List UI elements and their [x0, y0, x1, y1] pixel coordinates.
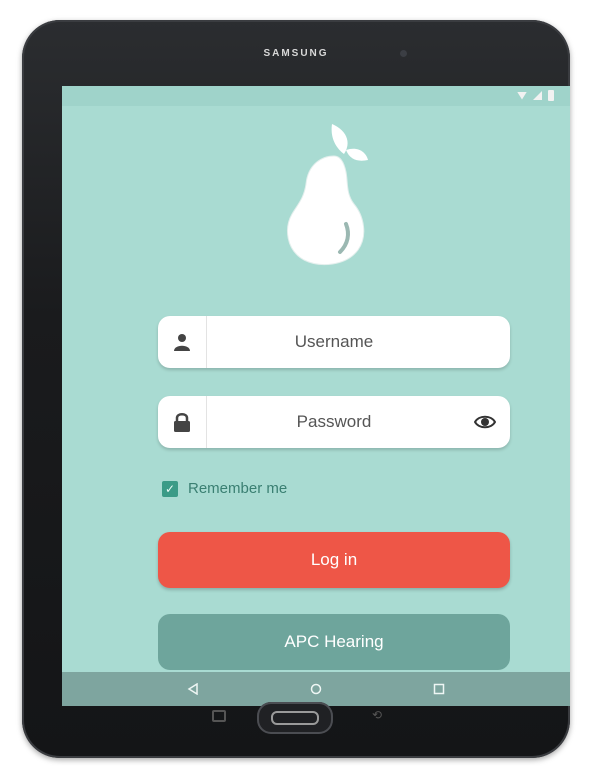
front-camera — [400, 50, 407, 57]
lock-icon — [174, 413, 190, 432]
password-field[interactable]: Password — [158, 396, 510, 448]
recents-icon[interactable] — [432, 682, 446, 696]
remember-checkbox[interactable]: ✓ — [162, 480, 178, 497]
navigation-bar — [62, 672, 570, 706]
password-placeholder: Password — [296, 412, 372, 431]
apc-hearing-button[interactable]: APC Hearing — [158, 614, 510, 670]
eye-icon[interactable] — [474, 412, 496, 432]
remember-me-row[interactable]: ✓ Remember me — [162, 480, 287, 497]
back-icon[interactable] — [186, 682, 200, 696]
app-screen: Username Password ✓ Remember me Log in A… — [62, 86, 570, 706]
remember-label: Remember me — [188, 480, 288, 497]
hardware-home-key[interactable] — [257, 702, 333, 734]
wifi-icon — [517, 91, 527, 100]
signal-icon — [533, 91, 542, 100]
username-placeholder: Username — [294, 332, 374, 351]
battery-icon — [548, 90, 554, 101]
username-field[interactable]: Username — [158, 316, 510, 368]
pear-logo-icon — [287, 124, 368, 266]
home-icon[interactable] — [309, 682, 323, 696]
user-icon — [174, 334, 190, 351]
hardware-back-key[interactable]: ⟲ — [372, 708, 382, 722]
status-bar — [62, 86, 570, 106]
device-brand: SAMSUNG — [263, 48, 329, 59]
tablet-frame: SAMSUNG Username Password ✓ Remember me … — [22, 20, 570, 758]
hardware-recents-key[interactable] — [212, 710, 226, 722]
login-button[interactable]: Log in — [158, 532, 510, 588]
